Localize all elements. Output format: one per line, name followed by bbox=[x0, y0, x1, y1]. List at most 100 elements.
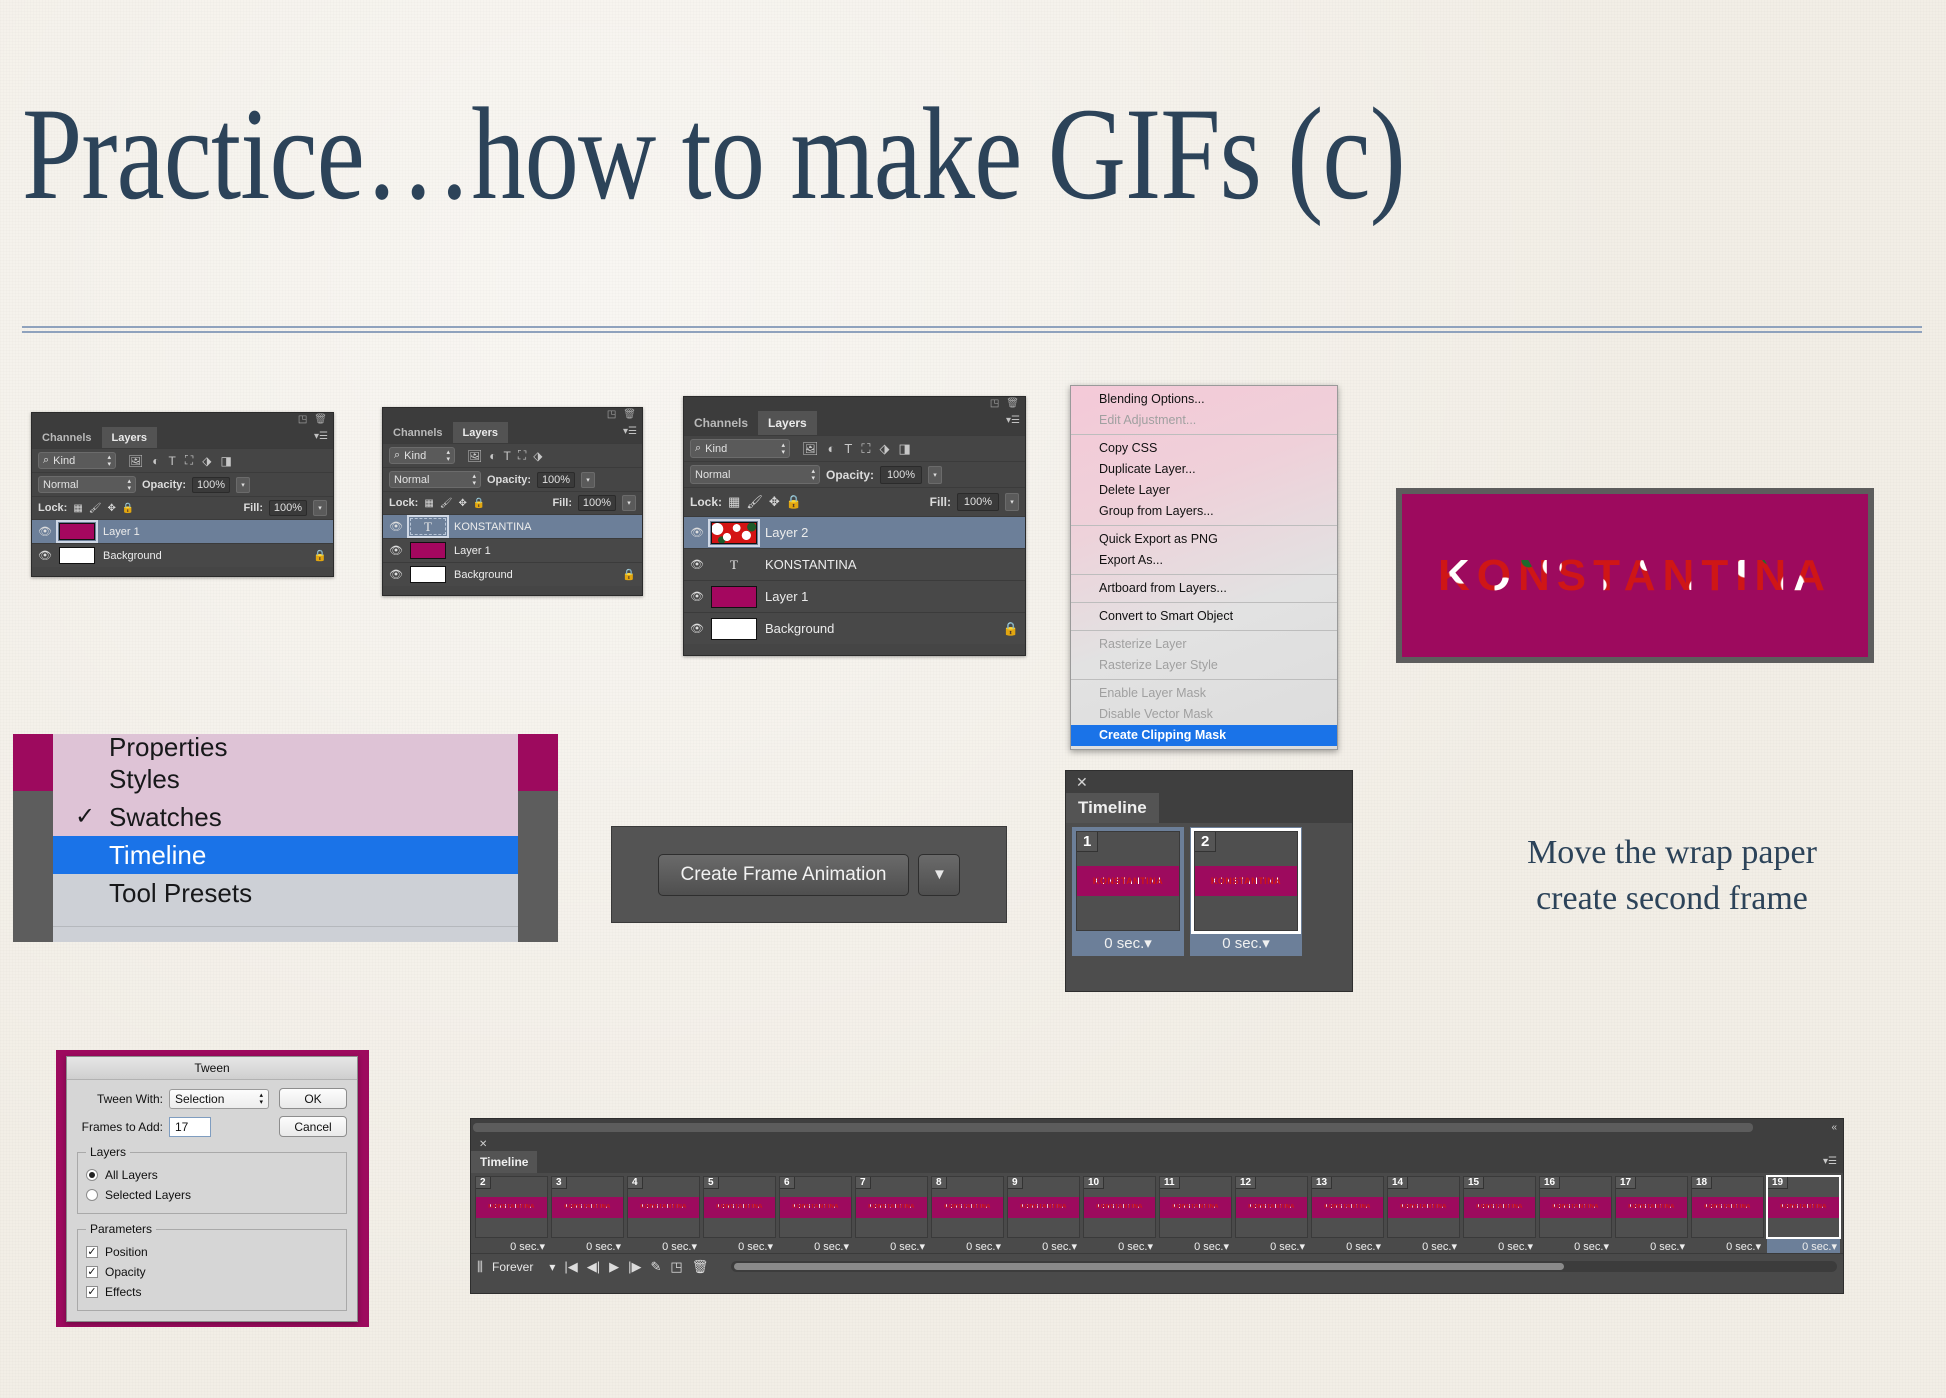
adjustment-filter-icon[interactable]: ◐ bbox=[489, 449, 496, 463]
fill-stepper[interactable]: ▾ bbox=[1005, 493, 1019, 511]
frame-thumbnail[interactable]: 12 KONSTANTINA bbox=[1235, 1176, 1308, 1238]
eye-icon[interactable]: 👁 bbox=[389, 544, 403, 557]
next-frame-icon[interactable]: |▶ bbox=[628, 1259, 641, 1275]
lock-image-icon[interactable]: 🖌 bbox=[89, 503, 102, 514]
frame-duration[interactable]: 0 sec.▾ bbox=[627, 1238, 700, 1253]
create-frame-animation-button[interactable]: Create Frame Animation bbox=[657, 853, 910, 896]
timeline-frame[interactable]: 4 KONSTANTINA 0 sec.▾ bbox=[627, 1176, 700, 1253]
frame-thumbnail[interactable]: 13 KONSTANTINA bbox=[1311, 1176, 1384, 1238]
window-menu-item[interactable]: ✓ Swatches bbox=[53, 798, 518, 836]
filter-toggle-icon[interactable]: ◨ bbox=[220, 454, 231, 468]
close-icon[interactable]: ✕ bbox=[1076, 774, 1088, 791]
panel-tabbar[interactable]: Channels Layers ▾☰ bbox=[32, 427, 333, 448]
duplicate-frame-icon[interactable]: ◳ bbox=[670, 1259, 682, 1275]
frame-duration[interactable]: 0 sec.▾ bbox=[1463, 1238, 1536, 1253]
eye-icon[interactable]: 👁 bbox=[389, 568, 403, 581]
frame-duration[interactable]: 0 sec.▾ bbox=[931, 1238, 1004, 1253]
frame-thumbnail[interactable]: 1 KONSTANTINA bbox=[1076, 831, 1180, 931]
frame-duration[interactable]: 0 sec.▾ bbox=[1007, 1238, 1080, 1253]
layer-row-layer1[interactable]: 👁 Layer 1 bbox=[684, 580, 1025, 612]
layer-thumbnail[interactable] bbox=[410, 566, 446, 583]
layers-panel-step3[interactable]: ◳ 🗑 Channels Layers ▾☰ ⌕ Kind ▴ ▾ 🖼 ◐ T ⛶… bbox=[683, 396, 1026, 656]
frame-thumbnail[interactable]: 16 KONSTANTINA bbox=[1539, 1176, 1612, 1238]
kind-filter-select[interactable]: ⌕ Kind ▴ ▾ bbox=[690, 439, 790, 458]
chevron-down-icon[interactable]: ▼ bbox=[918, 853, 961, 896]
frame-duration[interactable]: 0 sec.▾ bbox=[475, 1238, 548, 1253]
opacity-stepper[interactable]: ▾ bbox=[581, 471, 596, 488]
frame-duration[interactable]: 0 sec.▾ bbox=[1691, 1238, 1764, 1253]
frames-to-add-input[interactable]: 17 bbox=[169, 1116, 211, 1137]
window-menu-item[interactable]: Timeline bbox=[53, 836, 518, 874]
panel-menu-icon[interactable]: ▾☰ bbox=[623, 426, 637, 437]
filter-toggle-icon[interactable]: ◨ bbox=[898, 441, 910, 457]
frame-thumbnail[interactable]: 4 KONSTANTINA bbox=[627, 1176, 700, 1238]
timeline-toolbar[interactable]: ⫼ Forever ▾ |◀ ◀| ▶ |▶ ✎ ◳ 🗑 bbox=[471, 1253, 1843, 1279]
timeline-frames[interactable]: 1 KONSTANTINA 0 sec.▾ 2 KONSTANTINA 0 sec.▾ bbox=[1066, 823, 1352, 956]
create-frame-animation-panel[interactable]: Create Frame Animation ▼ bbox=[611, 826, 1007, 923]
tab-layers[interactable]: Layers bbox=[101, 427, 157, 448]
layer-row-layer1[interactable]: 👁 Layer 1 bbox=[383, 538, 642, 562]
menu-item[interactable]: Create Clipping Mask bbox=[1071, 725, 1337, 746]
radio-all-layers[interactable]: All Layers bbox=[86, 1165, 338, 1185]
trash-icon[interactable]: 🗑 bbox=[623, 410, 636, 420]
fill-stepper[interactable]: ▾ bbox=[313, 500, 327, 516]
blend-mode-select[interactable]: Normal ▴ ▾ bbox=[38, 476, 136, 493]
lock-image-icon[interactable]: 🖌 bbox=[746, 494, 763, 510]
new-layer-icon[interactable]: ◳ bbox=[298, 415, 307, 425]
eye-icon[interactable]: 👁 bbox=[38, 549, 52, 562]
timeline-frame[interactable]: 17 KONSTANTINA 0 sec.▾ bbox=[1615, 1176, 1688, 1253]
pixel-filter-icon[interactable]: 🖼 bbox=[128, 454, 143, 468]
new-layer-icon[interactable]: ◳ bbox=[990, 399, 999, 409]
opacity-value[interactable]: 100% bbox=[880, 465, 923, 484]
smartobject-filter-icon[interactable]: ⬗ bbox=[202, 454, 211, 468]
opacity-stepper[interactable]: ▾ bbox=[928, 465, 943, 484]
frame-thumbnail[interactable]: 15 KONSTANTINA bbox=[1463, 1176, 1536, 1238]
timeline-tabbar[interactable]: Timeline bbox=[1066, 793, 1352, 823]
timeline-frame[interactable]: 8 KONSTANTINA 0 sec.▾ bbox=[931, 1176, 1004, 1253]
menu-item[interactable]: Quick Export as PNG bbox=[1071, 529, 1337, 550]
panel-menu-icon[interactable]: ▾☰ bbox=[1823, 1156, 1837, 1167]
frame-duration[interactable]: 0 sec.▾ bbox=[1311, 1238, 1384, 1253]
select-first-frame-icon[interactable]: |◀ bbox=[564, 1259, 577, 1275]
frame-thumbnail[interactable]: 6 KONSTANTINA bbox=[779, 1176, 852, 1238]
frame-duration[interactable]: 0 sec.▾ bbox=[1539, 1238, 1612, 1253]
smartobject-filter-icon[interactable]: ⬗ bbox=[879, 441, 889, 457]
tween-with-select[interactable]: Selection ▴ ▾ bbox=[169, 1088, 269, 1109]
timeline-frame[interactable]: 10 KONSTANTINA 0 sec.▾ bbox=[1083, 1176, 1156, 1253]
timeline-frame[interactable]: 2 KONSTANTINA 0 sec.▾ bbox=[475, 1176, 548, 1253]
frame-thumbnail[interactable]: 7 KONSTANTINA bbox=[855, 1176, 928, 1238]
checkbox-position[interactable]: ✓ Position bbox=[86, 1242, 338, 1262]
type-filter-icon[interactable]: T bbox=[168, 454, 175, 468]
frame-duration[interactable]: 0 sec.▾ bbox=[1194, 931, 1298, 952]
timeline-frame[interactable]: 18 KONSTANTINA 0 sec.▾ bbox=[1691, 1176, 1764, 1253]
menu-item[interactable]: Copy CSS bbox=[1071, 438, 1337, 459]
frame-duration[interactable]: 0 sec.▾ bbox=[1083, 1238, 1156, 1253]
frame-thumbnail[interactable]: 10 KONSTANTINA bbox=[1083, 1176, 1156, 1238]
fill-value[interactable]: 100% bbox=[957, 493, 999, 511]
layer-row-layer2[interactable]: 👁 Layer 2 bbox=[684, 516, 1025, 548]
panel-menu-icon[interactable]: ▾☰ bbox=[1006, 415, 1020, 426]
panel-tabbar[interactable]: Channels Layers ▾☰ bbox=[684, 411, 1025, 435]
checkbox-icon[interactable]: ✓ bbox=[86, 1266, 98, 1278]
eye-icon[interactable]: 👁 bbox=[690, 558, 704, 571]
layer-thumbnail-text[interactable]: T bbox=[711, 554, 757, 576]
tab-channels[interactable]: Channels bbox=[32, 427, 102, 448]
radio-icon[interactable] bbox=[86, 1169, 98, 1181]
shape-filter-icon[interactable]: ⛶ bbox=[518, 448, 526, 463]
trash-icon[interactable]: 🗑 bbox=[314, 415, 327, 425]
lock-position-icon[interactable]: ✥ bbox=[108, 503, 116, 514]
filter-icons[interactable]: 🖼 ◐ T ⛶ ⬗ ◨ bbox=[128, 453, 232, 468]
cancel-button[interactable]: Cancel bbox=[279, 1116, 347, 1137]
layer-row-background[interactable]: 👁 Background 🔒 bbox=[684, 612, 1025, 644]
timeline-frame[interactable]: 2 KONSTANTINA 0 sec.▾ bbox=[1190, 827, 1302, 956]
scrollbar-track[interactable] bbox=[473, 1123, 1753, 1132]
layers-panel-step1[interactable]: ◳ 🗑 Channels Layers ▾☰ ⌕ Kind ▴ ▾ 🖼 ◐ T ⛶… bbox=[31, 412, 334, 577]
timeline-frame[interactable]: 13 KONSTANTINA 0 sec.▾ bbox=[1311, 1176, 1384, 1253]
eye-icon[interactable]: 👁 bbox=[38, 525, 52, 538]
menu-item[interactable]: Convert to Smart Object bbox=[1071, 606, 1337, 627]
fill-value[interactable]: 100% bbox=[269, 500, 307, 516]
frame-duration[interactable]: 0 sec.▾ bbox=[855, 1238, 928, 1253]
layer-thumbnail[interactable] bbox=[59, 547, 95, 564]
timeline-frame[interactable]: 19 KONSTANTINA 0 sec.▾ bbox=[1766, 1175, 1841, 1253]
tab-layers[interactable]: Layers bbox=[758, 411, 817, 435]
